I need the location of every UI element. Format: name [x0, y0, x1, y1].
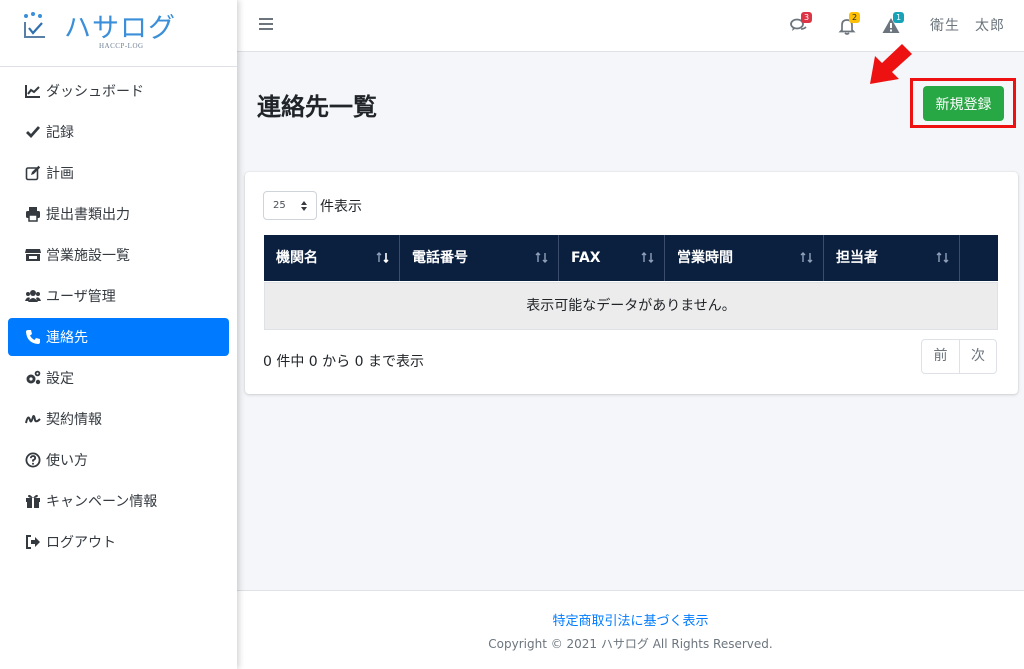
page-length-value: 25: [273, 200, 286, 211]
users-icon: [24, 287, 42, 305]
sidebar-item-label: キャンペーン情報: [46, 494, 158, 510]
column-header-label: 機関名: [276, 250, 318, 266]
sidebar-item-logout[interactable]: ログアウト: [8, 523, 229, 561]
sidebar-item-contract[interactable]: 契約情報: [8, 400, 229, 438]
sort-desc-icon: [376, 252, 389, 263]
page-title: 連絡先一覧: [257, 93, 377, 121]
sidebar-item-documents[interactable]: 提出書類出力: [8, 195, 229, 233]
brand-name: ハサログ: [64, 13, 176, 44]
phone-icon: [24, 328, 42, 346]
sidebar-item-label: 営業施設一覧: [46, 248, 130, 264]
column-header-hours[interactable]: 営業時間: [665, 235, 824, 281]
sidebar-item-label: ユーザ管理: [46, 289, 116, 305]
chart-line-icon: [24, 82, 42, 100]
sort-icon: [936, 252, 949, 263]
messages-button[interactable]: 3: [790, 12, 812, 35]
page-length-select[interactable]: 25: [263, 191, 317, 220]
sidebar-item-users[interactable]: ユーザ管理: [8, 277, 229, 315]
logo-check-icon: [24, 12, 45, 38]
sort-icon: [535, 252, 548, 263]
cogs-icon: [24, 369, 42, 387]
hamburger-menu-icon[interactable]: [259, 17, 273, 31]
gift-icon: [24, 492, 42, 510]
sidebar-item-facilities[interactable]: 営業施設一覧: [8, 236, 229, 274]
table-header: 機関名 電話番号 FAX 営業時間 担当者: [264, 235, 998, 281]
sidebar-item-label: 記録: [46, 125, 74, 141]
question-circle-icon: [24, 451, 42, 469]
sidebar-item-settings[interactable]: 設定: [8, 359, 229, 397]
sidebar-item-howto[interactable]: 使い方: [8, 441, 229, 479]
sign-out-icon: [24, 533, 42, 551]
column-header-phone[interactable]: 電話番号: [400, 235, 559, 281]
contacts-table-card: 25 件表示 機関名 電話番号 FAX 営業時間 担当者 表示可能なデータがあり…: [245, 172, 1018, 394]
copyright-text: Copyright © 2021 ハサログ All Rights Reserve…: [488, 637, 773, 651]
page-length-label: 件表示: [320, 199, 362, 215]
messages-count-badge: 3: [801, 12, 812, 23]
signature-icon: [24, 410, 42, 428]
column-header-person[interactable]: 担当者: [824, 235, 960, 281]
pagination-prev-button[interactable]: 前: [922, 340, 959, 373]
sidebar-item-campaign[interactable]: キャンペーン情報: [8, 482, 229, 520]
sidebar-item-label: 提出書類出力: [46, 207, 130, 223]
column-header-label: 担当者: [836, 250, 878, 266]
check-icon: [24, 123, 42, 141]
new-registration-button[interactable]: 新規登録: [923, 86, 1004, 121]
user-name[interactable]: 衛生 太郎: [930, 15, 1005, 35]
sidebar-item-plan[interactable]: 計画: [8, 154, 229, 192]
print-icon: [24, 205, 42, 223]
sidebar-item-label: 使い方: [46, 453, 88, 469]
sidebar-item-label: 連絡先: [46, 330, 88, 346]
sort-caret-icon: [301, 201, 307, 211]
footer: 特定商取引法に基づく表示 Copyright © 2021 ハサログ All R…: [237, 590, 1024, 669]
red-arrow-annotation: [870, 44, 912, 84]
sidebar-item-label: 設定: [46, 371, 74, 387]
alerts-button[interactable]: 1: [882, 12, 904, 35]
alerts-count-badge: 1: [893, 12, 904, 23]
pagination: 前 次: [921, 339, 997, 374]
sort-icon: [641, 252, 654, 263]
column-header-label: FAX: [571, 250, 601, 266]
sidebar-item-contacts[interactable]: 連絡先: [8, 318, 229, 356]
brand[interactable]: ハサログ HACCP-LOG: [0, 0, 237, 67]
sidebar-item-records[interactable]: 記録: [8, 113, 229, 151]
sidebar-item-label: 契約情報: [46, 412, 102, 428]
brand-subtitle: HACCP-LOG: [99, 42, 144, 50]
store-icon: [24, 246, 42, 264]
notifications-count-badge: 2: [849, 12, 860, 23]
edit-icon: [24, 164, 42, 182]
table-info: 0 件中 0 から 0 まで表示: [263, 354, 424, 370]
sidebar-item-label: ダッシュボード: [46, 84, 144, 100]
sidebar-item-label: ログアウト: [46, 535, 116, 551]
column-header-label: 営業時間: [677, 250, 733, 266]
column-header-label: 電話番号: [412, 250, 468, 266]
pagination-next-button[interactable]: 次: [959, 340, 996, 373]
column-header-fax[interactable]: FAX: [559, 235, 665, 281]
sidebar-nav: ダッシュボード 記録 計画 提出書類出力 営業施設一覧 ユーザ管理 連絡先 設定…: [8, 72, 229, 564]
sort-icon: [800, 252, 813, 263]
table-empty-row: 表示可能なデータがありません。: [264, 282, 998, 330]
column-header-actions: [960, 235, 998, 281]
sidebar: ハサログ HACCP-LOG ダッシュボード 記録 計画 提出書類出力 営業施設…: [0, 0, 237, 669]
notifications-button[interactable]: 2: [838, 12, 860, 35]
column-header-organization[interactable]: 機関名: [264, 235, 400, 281]
sidebar-item-label: 計画: [46, 166, 74, 182]
legal-notice-link[interactable]: 特定商取引法に基づく表示: [237, 610, 1024, 629]
sidebar-item-dashboard[interactable]: ダッシュボード: [8, 72, 229, 110]
